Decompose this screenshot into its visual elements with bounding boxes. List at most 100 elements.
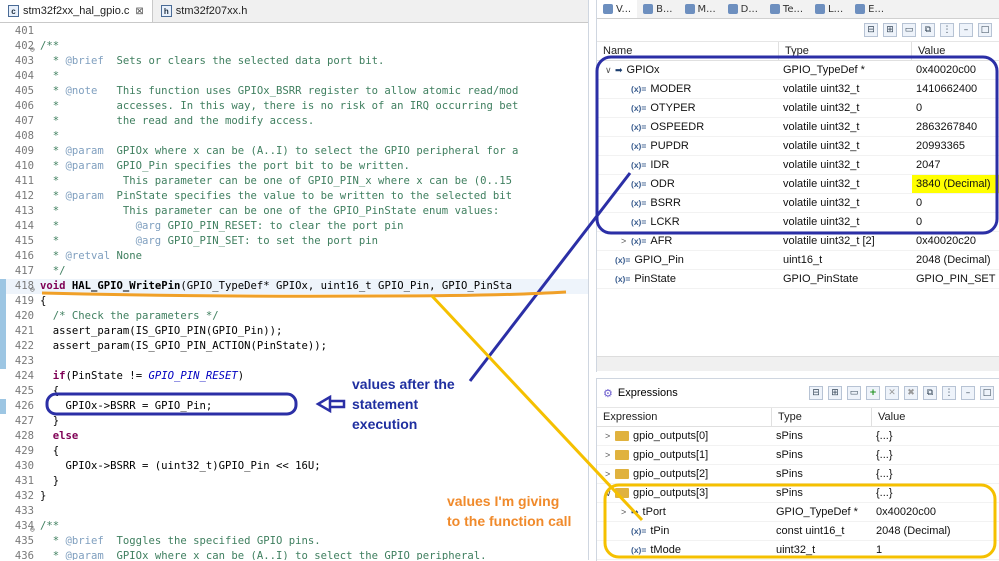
code-editor[interactable]: c stm32f2xx_hal_gpio.c ⊠ h stm32f207xx.h… xyxy=(0,0,589,560)
debug-tab[interactable]: D... xyxy=(722,4,764,15)
tree-cell-value[interactable]: 2048 (Decimal) xyxy=(872,522,999,540)
code-line[interactable]: 415 * @arg GPIO_PIN_SET: to set the port… xyxy=(0,234,588,249)
debug-tab[interactable]: B... xyxy=(637,4,678,15)
tree-row[interactable]: (x)= BSRR volatile uint32_t 0 xyxy=(597,194,999,213)
tree-row[interactable]: (x)= PUPDR volatile uint32_t 20993365 xyxy=(597,137,999,156)
tree-row[interactable]: > (x)= AFR volatile uint32_t [2] 0x40020c20 xyxy=(597,232,999,251)
code-line[interactable]: 417 */ xyxy=(0,264,588,279)
close-icon[interactable]: ⊠ xyxy=(135,6,143,17)
tree-cell-value[interactable]: 0 xyxy=(912,213,999,231)
tree-cell-value[interactable]: 0x40020c20 xyxy=(912,232,999,250)
minimize-icon[interactable]: – xyxy=(961,386,975,400)
maximize-icon[interactable]: □ xyxy=(978,23,992,37)
column-type[interactable]: Type xyxy=(779,42,912,60)
code-line[interactable]: 407 * the read and the modify access. xyxy=(0,114,588,129)
column-expression[interactable]: Expression xyxy=(597,408,772,426)
tree-cell-value[interactable]: {...} xyxy=(872,484,999,502)
layout-icon[interactable]: ▭ xyxy=(847,386,861,400)
column-value[interactable]: Value xyxy=(912,42,999,60)
expand-toggle-icon[interactable]: ∨ xyxy=(605,484,615,502)
tree-row[interactable]: (x)= LCKR volatile uint32_t 0 xyxy=(597,213,999,232)
code-line[interactable]: 424 if(PinState != GPIO_PIN_RESET) xyxy=(0,369,588,384)
collapse-all-icon[interactable]: ⊟ xyxy=(809,386,823,400)
code-line[interactable]: 421 assert_param(IS_GPIO_PIN(GPIO_Pin)); xyxy=(0,324,588,339)
code-line[interactable]: 401 xyxy=(0,24,588,39)
code-line[interactable]: 410 * @param GPIO_Pin specifies the port… xyxy=(0,159,588,174)
tree-cell-value[interactable]: 1410662400 xyxy=(912,80,999,98)
tree-cell-value[interactable]: 0x40020c00 xyxy=(912,61,999,79)
editor-tab-stm32f207xx-h[interactable]: h stm32f207xx.h xyxy=(153,0,256,22)
code-line[interactable]: 405 * @note This function uses GPIOx_BSR… xyxy=(0,84,588,99)
column-type[interactable]: Type xyxy=(772,408,872,426)
tree-cell-value[interactable]: 0 xyxy=(912,99,999,117)
tree-cell-value[interactable]: 20993365 xyxy=(912,137,999,155)
tree-row[interactable]: > ➡ tPort GPIO_TypeDef * 0x40020c00 xyxy=(597,503,999,522)
expand-toggle-icon[interactable]: ∨ xyxy=(605,61,615,79)
tree-row[interactable]: (x)= ODR volatile uint32_t 3840 (Decimal) xyxy=(597,175,999,194)
view-menu-icon[interactable]: ⋮ xyxy=(940,23,954,37)
maximize-icon[interactable]: □ xyxy=(980,386,994,400)
code-line[interactable]: 413 * This parameter can be one of the G… xyxy=(0,204,588,219)
tree-row[interactable]: (x)= IDR volatile uint32_t 2047 xyxy=(597,156,999,175)
view-menu-icon[interactable]: ⋮ xyxy=(942,386,956,400)
tree-row[interactable]: (x)= OSPEEDR volatile uint32_t 2863267840 xyxy=(597,118,999,137)
tree-row[interactable]: ∨ gpio_outputs[3] sPins {...} xyxy=(597,484,999,503)
column-name[interactable]: Name xyxy=(597,42,779,60)
code-line[interactable]: 409 * @param GPIOx where x can be (A..I)… xyxy=(0,144,588,159)
variables-tree[interactable]: ∨ ➡ GPIOx GPIO_TypeDef * 0x40020c00 (x)= MODER… xyxy=(597,61,999,289)
new-view-icon[interactable]: ⧉ xyxy=(923,386,937,400)
tree-row[interactable]: > gpio_outputs[2] sPins {...} xyxy=(597,465,999,484)
debug-tab[interactable]: E... xyxy=(849,4,890,15)
tree-row[interactable]: (x)= MODER volatile uint32_t 1410662400 xyxy=(597,80,999,99)
code-area[interactable]: 401 402/** ⊖ 403 * @brief Sets or clears th… xyxy=(0,24,588,560)
expand-toggle-icon[interactable]: > xyxy=(621,232,631,250)
code-line[interactable]: 416 * @retval None xyxy=(0,249,588,264)
tree-row[interactable]: (x)= PinState GPIO_PinState GPIO_PIN_SET xyxy=(597,270,999,289)
expand-toggle-icon[interactable]: > xyxy=(605,446,615,464)
code-line[interactable]: 420 /* Check the parameters */ xyxy=(0,309,588,324)
code-line[interactable]: 412 * @param PinState specifies the valu… xyxy=(0,189,588,204)
code-line[interactable]: 402/** ⊖ xyxy=(0,39,588,54)
code-line[interactable]: 406 * accesses. In this way, there is no… xyxy=(0,99,588,114)
code-line[interactable]: 411 * This parameter can be one of GPIO_… xyxy=(0,174,588,189)
expand-toggle-icon[interactable]: > xyxy=(621,503,631,521)
debug-tab[interactable]: V... xyxy=(597,0,638,18)
tree-cell-value[interactable]: 2047 xyxy=(912,156,999,174)
column-value[interactable]: Value xyxy=(872,408,999,426)
code-line[interactable]: 425 { xyxy=(0,384,588,399)
code-line[interactable]: 418 void HAL_GPIO_WritePin(GPIO_TypeDef* … xyxy=(0,279,588,294)
expressions-tree[interactable]: > gpio_outputs[0] sPins {...} > gpio_outputs[… xyxy=(597,427,999,560)
code-line[interactable]: 431 } xyxy=(0,474,588,489)
minimize-icon[interactable]: – xyxy=(959,23,973,37)
tree-cell-value[interactable]: {...} xyxy=(872,427,999,445)
code-line[interactable]: 404 * xyxy=(0,69,588,84)
expand-toggle-icon[interactable]: > xyxy=(605,427,615,445)
code-line[interactable]: 436 * @param GPIOx where x can be (A..I)… xyxy=(0,549,588,560)
debug-tab[interactable]: L... xyxy=(809,4,849,15)
tree-row[interactable]: (x)= tMode uint32_t 1 xyxy=(597,541,999,560)
horizontal-scrollbar[interactable] xyxy=(597,356,999,371)
remove-expression-icon[interactable]: ✕ xyxy=(885,386,899,400)
tree-row[interactable]: (x)= tPin const uint16_t 2048 (Decimal) xyxy=(597,522,999,541)
tree-cell-value[interactable]: 1 xyxy=(872,541,999,559)
tree-cell-value[interactable]: 0x40020c00 xyxy=(872,503,999,521)
code-line[interactable]: 414 * @arg GPIO_PIN_RESET: to clear the … xyxy=(0,219,588,234)
show-type-names-icon[interactable]: ⊞ xyxy=(883,23,897,37)
code-line[interactable]: 423 xyxy=(0,354,588,369)
tree-cell-value[interactable]: GPIO_PIN_SET xyxy=(912,270,999,288)
tree-cell-value[interactable]: {...} xyxy=(872,446,999,464)
code-line[interactable]: 426 GPIOx->BSRR = GPIO_Pin; xyxy=(0,399,588,414)
expand-toggle-icon[interactable]: > xyxy=(605,465,615,483)
code-line[interactable]: 430 GPIOx->BSRR = (uint32_t)GPIO_Pin << … xyxy=(0,459,588,474)
tree-cell-value[interactable]: 2048 (Decimal) xyxy=(912,251,999,269)
add-expression-icon[interactable]: + xyxy=(866,386,880,400)
new-view-icon[interactable]: ⧉ xyxy=(921,23,935,37)
code-line[interactable]: 403 * @brief Sets or clears the selected… xyxy=(0,54,588,69)
code-line[interactable]: 422 assert_param(IS_GPIO_PIN_ACTION(PinS… xyxy=(0,339,588,354)
collapse-all-icon[interactable]: ⊟ xyxy=(864,23,878,37)
show-type-names-icon[interactable]: ⊞ xyxy=(828,386,842,400)
code-line[interactable]: 419 { xyxy=(0,294,588,309)
tree-cell-value[interactable]: 3840 (Decimal) xyxy=(912,175,999,193)
code-line[interactable]: 429 { xyxy=(0,444,588,459)
editor-tab-gpio-c[interactable]: c stm32f2xx_hal_gpio.c ⊠ xyxy=(0,0,153,22)
